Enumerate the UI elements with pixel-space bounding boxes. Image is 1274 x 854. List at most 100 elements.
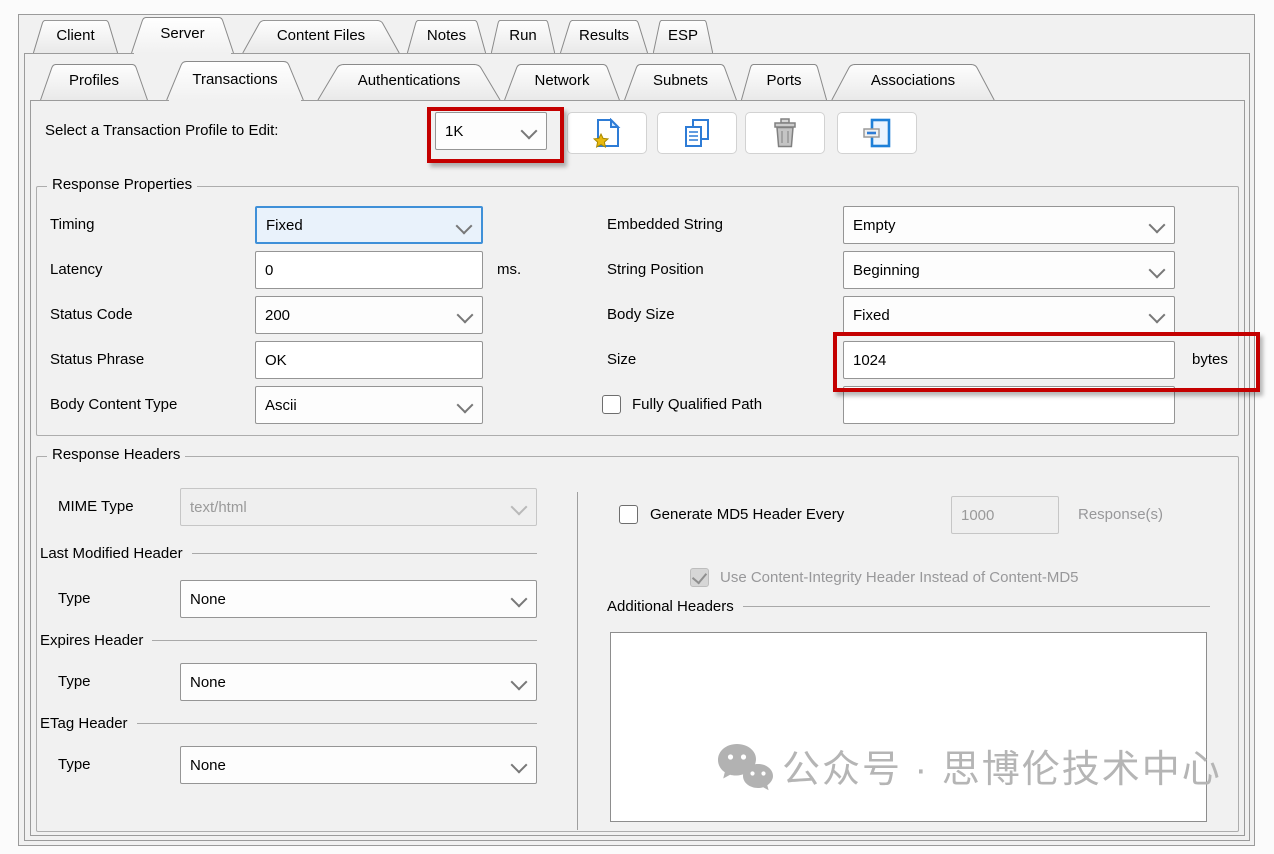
status-phrase-label: Status Phrase (50, 341, 144, 379)
etag-header-section: ETag Header (40, 713, 537, 733)
chevron-down-icon (511, 674, 528, 691)
mime-type-label: MIME Type (58, 488, 134, 526)
chevron-down-icon (511, 757, 528, 774)
expires-type-value: None (190, 674, 226, 691)
content-integrity-checkbox (690, 568, 709, 587)
status-code-value: 200 (265, 307, 290, 324)
chevron-down-icon (456, 218, 473, 235)
last-modified-header-section: Last Modified Header (40, 543, 537, 563)
chevron-down-icon (1149, 307, 1166, 324)
tab-label: Run (491, 20, 555, 53)
last-modified-type-select[interactable]: None (180, 580, 537, 618)
latency-input[interactable]: 0 (255, 251, 483, 289)
etag-header-title: ETag Header (40, 715, 128, 732)
copy-profile-button[interactable] (657, 112, 737, 154)
status-code-select[interactable]: 200 (255, 296, 483, 334)
chevron-down-icon (511, 591, 528, 608)
tab-label: Profiles (40, 64, 148, 100)
wechat-icon (716, 740, 776, 800)
rename-profile-button[interactable] (837, 112, 917, 154)
tab-profiles[interactable]: Profiles (40, 64, 148, 100)
content-integrity-label: Use Content-Integrity Header Instead of … (720, 567, 1079, 589)
tab-network[interactable]: Network (504, 64, 620, 100)
fully-qualified-path-checkbox[interactable] (602, 395, 621, 414)
tab-label: Network (504, 64, 620, 100)
generate-md5-checkbox[interactable] (619, 505, 638, 524)
embedded-string-select[interactable]: Empty (843, 206, 1175, 244)
size-label: Size (607, 341, 636, 379)
selected-tab-join (134, 52, 231, 55)
chevron-down-icon (1149, 217, 1166, 234)
tab-label: Client (33, 20, 118, 53)
tab-results[interactable]: Results (560, 20, 648, 53)
tab-ports[interactable]: Ports (741, 64, 827, 100)
mime-type-value: text/html (190, 499, 247, 516)
tab-run[interactable]: Run (491, 20, 555, 53)
additional-headers-section: Additional Headers (607, 596, 1210, 616)
etag-type-value: None (190, 757, 226, 774)
selected-tab-join (169, 99, 301, 102)
response-headers-title: Response Headers (47, 446, 185, 463)
expires-header-section: Expires Header (40, 630, 537, 650)
tab-label: Server (131, 17, 234, 53)
tab-label: Associations (831, 64, 995, 100)
expires-type-select[interactable]: None (180, 663, 537, 701)
tab-label: Notes (407, 20, 486, 53)
status-code-label: Status Code (50, 296, 133, 334)
etag-type-label: Type (58, 746, 91, 784)
tab-authentications[interactable]: Authentications (317, 64, 501, 100)
last-modified-type-label: Type (58, 580, 91, 618)
timing-label: Timing (50, 206, 94, 244)
body-size-label: Body Size (607, 296, 675, 334)
annotation-box-size (833, 332, 1260, 392)
additional-headers-textarea[interactable] (610, 632, 1207, 822)
last-modified-header-title: Last Modified Header (40, 545, 183, 562)
latency-unit: ms. (497, 251, 521, 289)
generate-md5-suffix: Response(s) (1078, 504, 1163, 526)
tab-transactions[interactable]: Transactions (166, 61, 304, 100)
string-position-value: Beginning (853, 262, 920, 279)
generate-md5-label: Generate MD5 Header Every (650, 504, 844, 526)
embedded-string-value: Empty (853, 217, 896, 234)
latency-label: Latency (50, 251, 103, 289)
etag-type-select[interactable]: None (180, 746, 537, 784)
delete-profile-button[interactable] (745, 112, 825, 154)
body-content-type-label: Body Content Type (50, 386, 177, 424)
latency-value: 0 (265, 262, 273, 279)
tab-label: Subnets (624, 64, 737, 100)
generate-md5-count-input: 1000 (951, 496, 1059, 534)
fully-qualified-path-label: Fully Qualified Path (632, 394, 762, 416)
body-size-value: Fixed (853, 307, 890, 324)
body-size-select[interactable]: Fixed (843, 296, 1175, 334)
mime-type-select: text/html (180, 488, 537, 526)
chevron-down-icon (1149, 262, 1166, 279)
embedded-string-label: Embedded String (607, 206, 723, 244)
tab-label: Content Files (242, 20, 400, 53)
tab-label: Results (560, 20, 648, 53)
status-phrase-value: OK (265, 352, 287, 369)
chevron-down-icon (457, 307, 474, 324)
additional-headers-title: Additional Headers (607, 598, 734, 615)
tab-label: Transactions (166, 61, 304, 100)
body-content-type-select[interactable]: Ascii (255, 386, 483, 424)
timing-select[interactable]: Fixed (255, 206, 483, 244)
timing-value: Fixed (266, 217, 303, 234)
tab-esp[interactable]: ESP (653, 20, 713, 53)
tab-server[interactable]: Server (131, 17, 234, 53)
string-position-select[interactable]: Beginning (843, 251, 1175, 289)
tab-subnets[interactable]: Subnets (624, 64, 737, 100)
tab-label: ESP (653, 20, 713, 53)
tab-client[interactable]: Client (33, 20, 118, 53)
tab-notes[interactable]: Notes (407, 20, 486, 53)
tab-label: Ports (741, 64, 827, 100)
chevron-down-icon (457, 397, 474, 414)
tab-associations[interactable]: Associations (831, 64, 995, 100)
status-phrase-input[interactable]: OK (255, 341, 483, 379)
annotation-box-profile-select (427, 107, 564, 163)
watermark-text: 公众号 · 思博伦技术中心 (782, 748, 1222, 792)
expires-header-title: Expires Header (40, 632, 143, 649)
rename-icon (862, 118, 892, 148)
new-profile-button[interactable] (567, 112, 647, 154)
copy-icon (683, 118, 711, 148)
tab-content-files[interactable]: Content Files (242, 20, 400, 53)
